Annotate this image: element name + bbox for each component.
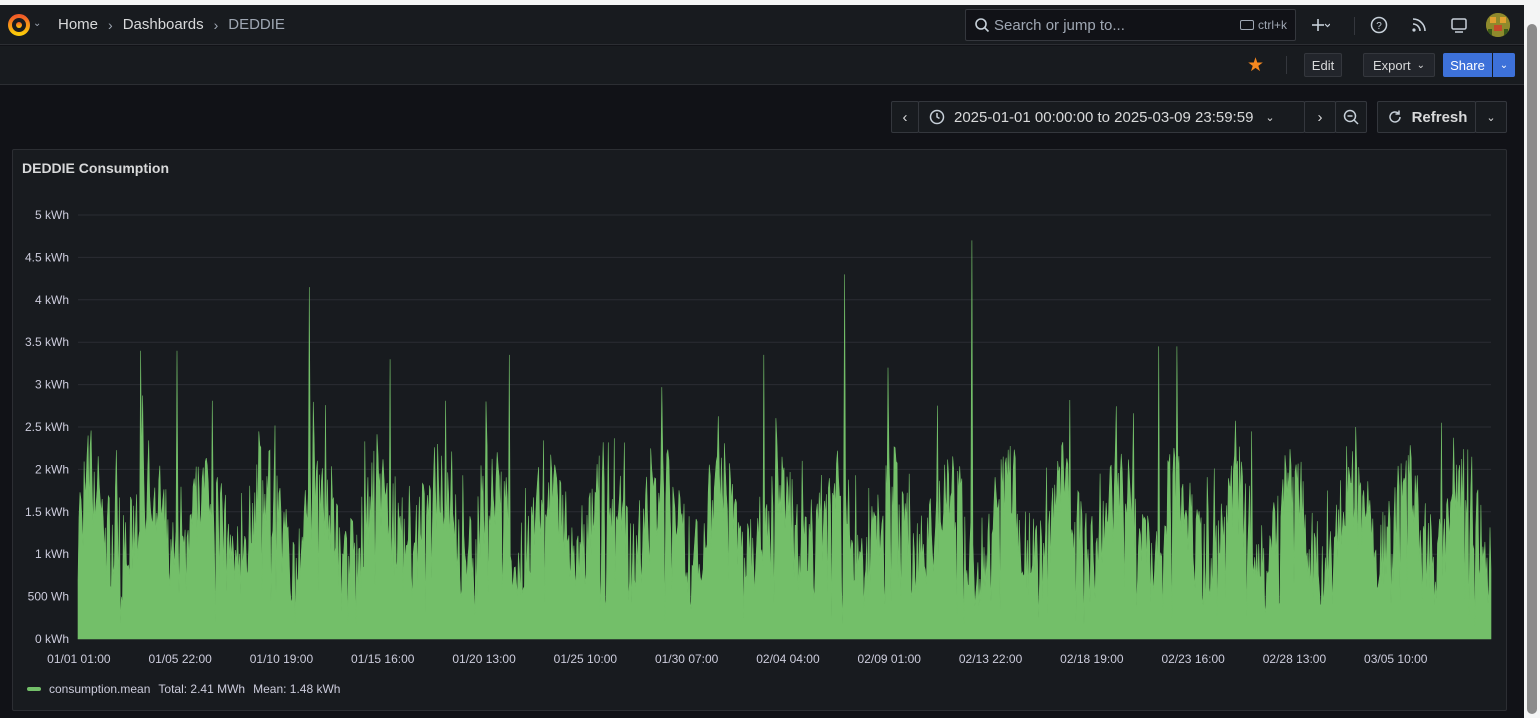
y-tick-label: 2.5 kWh bbox=[25, 420, 69, 434]
legend-total: Total: 2.41 MWh bbox=[158, 682, 246, 696]
y-axis: 0 kWh 500 Wh 1 kWh 1.5 kWh 2 kWh 2.5 kWh 3 kWh… bbox=[25, 208, 69, 646]
x-tick-label: 01/20 13:00 bbox=[452, 652, 516, 666]
x-tick-label: 02/04 04:00 bbox=[756, 652, 820, 666]
breadcrumb: Home › Dashboards › DEDDIE bbox=[58, 16, 285, 33]
svg-text:?: ? bbox=[1376, 21, 1382, 32]
x-tick-label: 01/01 01:00 bbox=[47, 652, 111, 666]
export-label: Export bbox=[1373, 57, 1411, 73]
consumption-chart[interactable]: 0 kWh 500 Wh 1 kWh 1.5 kWh 2 kWh 2.5 kWh 3 kWh… bbox=[13, 170, 1506, 690]
y-tick-label: 1 kWh bbox=[35, 547, 69, 561]
chevron-down-icon: ⌄ bbox=[1486, 111, 1496, 124]
share-button[interactable]: Share bbox=[1443, 53, 1492, 77]
time-range-picker[interactable]: 2025-01-01 00:00:00 to 2025-03-09 23:59:… bbox=[918, 101, 1305, 133]
x-tick-label: 02/13 22:00 bbox=[959, 652, 1023, 666]
refresh-label: Refresh bbox=[1411, 108, 1468, 126]
time-shift-forward-button[interactable]: › bbox=[1304, 101, 1336, 133]
avatar-image bbox=[1486, 13, 1510, 37]
y-tick-label: 3 kWh bbox=[35, 378, 69, 392]
dashboard-toolbar: ★ Edit Export ⌄ Share ⌄ bbox=[0, 46, 1524, 85]
scrollbar-thumb[interactable] bbox=[1527, 24, 1537, 714]
x-tick-label: 01/25 10:00 bbox=[554, 652, 618, 666]
y-tick-label: 2 kWh bbox=[35, 462, 69, 476]
x-tick-label: 02/28 13:00 bbox=[1263, 652, 1327, 666]
clock-icon bbox=[929, 109, 945, 125]
refresh-icon bbox=[1388, 110, 1401, 123]
y-tick-label: 0 kWh bbox=[35, 632, 69, 646]
x-tick-label: 01/10 19:00 bbox=[250, 652, 314, 666]
chevron-down-icon: ⌄ bbox=[1265, 111, 1275, 124]
chevron-down-icon: ⌄ bbox=[1416, 59, 1425, 71]
x-axis: 01/01 01:00 01/05 22:00 01/10 19:00 01/15 1… bbox=[47, 652, 1428, 666]
breadcrumb-dashboards[interactable]: Dashboards bbox=[123, 16, 204, 33]
chevron-left-icon: ‹ bbox=[902, 108, 908, 126]
refresh-button[interactable]: Refresh bbox=[1377, 101, 1476, 133]
time-shift-back-button[interactable]: ‹ bbox=[891, 101, 919, 133]
x-tick-label: 01/05 22:00 bbox=[148, 652, 212, 666]
x-tick-label: 02/18 19:00 bbox=[1060, 652, 1124, 666]
chevron-down-icon: ⌄ bbox=[1499, 59, 1509, 71]
divider bbox=[1286, 56, 1287, 74]
breadcrumb-current: DEDDIE bbox=[228, 16, 285, 33]
y-tick-label: 1.5 kWh bbox=[25, 505, 69, 519]
search-input[interactable] bbox=[994, 15, 1224, 35]
refresh-interval-button[interactable]: ⌄ bbox=[1475, 101, 1507, 133]
zoom-out-icon bbox=[1343, 109, 1359, 125]
x-tick-label: 03/05 10:00 bbox=[1364, 652, 1428, 666]
x-tick-label: 02/23 16:00 bbox=[1161, 652, 1225, 666]
search-icon bbox=[975, 18, 990, 33]
chevron-right-icon: › bbox=[108, 16, 113, 33]
chevron-down-icon[interactable]: ⌄ bbox=[33, 18, 41, 29]
edit-button[interactable]: Edit bbox=[1304, 53, 1342, 77]
consumption-panel: DEDDIE Consumption 0 kWh 500 Wh 1 kWh 1.5 k… bbox=[12, 149, 1507, 711]
x-tick-label: 01/15 16:00 bbox=[351, 652, 415, 666]
chevron-right-icon: › bbox=[1317, 108, 1323, 126]
top-navigation-bar: ⌄ Home › Dashboards › DEDDIE ctrl+k ? bbox=[0, 5, 1524, 45]
y-tick-label: 500 Wh bbox=[28, 590, 69, 604]
shortcut-hint: ctrl+k bbox=[1239, 18, 1287, 32]
legend-swatch bbox=[27, 687, 41, 691]
zoom-out-button[interactable] bbox=[1335, 101, 1367, 133]
shortcut-text: ctrl+k bbox=[1257, 18, 1287, 32]
legend-series-name[interactable]: consumption.mean bbox=[49, 682, 150, 696]
share-menu-button[interactable]: ⌄ bbox=[1493, 53, 1515, 77]
legend-mean: Mean: 1.48 kWh bbox=[253, 682, 341, 696]
kiosk-icon[interactable] bbox=[1448, 14, 1470, 36]
star-icon[interactable]: ★ bbox=[1247, 56, 1264, 75]
y-tick-label: 5 kWh bbox=[35, 208, 69, 222]
breadcrumb-home[interactable]: Home bbox=[58, 16, 98, 33]
plus-icon[interactable] bbox=[1308, 14, 1330, 36]
export-button[interactable]: Export ⌄ bbox=[1363, 53, 1435, 77]
y-tick-label: 3.5 kWh bbox=[25, 335, 69, 349]
divider bbox=[1354, 17, 1355, 35]
y-tick-label: 4 kWh bbox=[35, 293, 69, 307]
y-tick-label: 4.5 kWh bbox=[25, 250, 69, 264]
help-icon[interactable]: ? bbox=[1368, 14, 1390, 36]
search-box[interactable]: ctrl+k bbox=[965, 9, 1296, 41]
time-range-text: 2025-01-01 00:00:00 to 2025-03-09 23:59:… bbox=[954, 108, 1254, 126]
x-tick-label: 02/09 01:00 bbox=[858, 652, 922, 666]
rss-icon[interactable] bbox=[1408, 14, 1430, 36]
avatar[interactable] bbox=[1486, 13, 1510, 37]
chart-legend: consumption.mean Total: 2.41 MWh Mean: 1… bbox=[27, 682, 340, 696]
x-tick-label: 01/30 07:00 bbox=[655, 652, 719, 666]
grafana-logo-icon[interactable] bbox=[7, 13, 31, 37]
keyboard-icon bbox=[1239, 20, 1254, 30]
chevron-right-icon: › bbox=[213, 16, 219, 33]
